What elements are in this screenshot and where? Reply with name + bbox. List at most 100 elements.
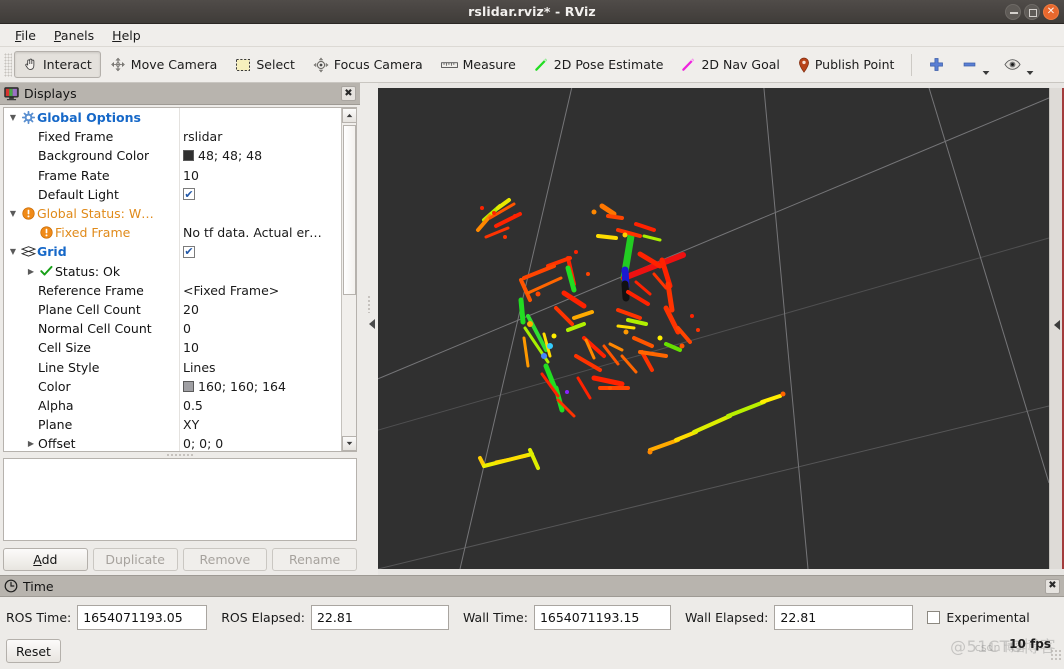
display-tree-row[interactable]: ▶Background Color 48; 48; 48 (4, 146, 344, 166)
tool-select-button[interactable]: Select (226, 51, 304, 78)
display-tree-row[interactable]: ▶Line Style Lines (4, 357, 344, 377)
tree-expand-arrow-right-icon[interactable]: ▶ (24, 267, 38, 276)
time-panel-header: Time ✖ (0, 575, 1064, 597)
render-collapse-arrow-icon[interactable] (1054, 320, 1060, 330)
visibility-tool-button[interactable] (995, 51, 1039, 78)
time-panel: Time ✖ ROS Time: ROS Elapsed: Wall Time:… (0, 575, 1064, 669)
remove-tool-button[interactable] (953, 51, 995, 78)
remove-display-button[interactable]: Remove (182, 548, 268, 571)
experimental-checkbox[interactable] (927, 611, 941, 624)
display-tree-row-value[interactable]: 160; 160; 164 (179, 376, 342, 396)
display-tree-row-value[interactable]: rslidar (179, 127, 342, 147)
tree-arrow-placeholder: ▶ (24, 363, 38, 372)
display-tree-row-value[interactable] (179, 203, 342, 224)
display-tree-row[interactable]: ▶Normal Cell Count 0 (4, 319, 344, 339)
render-view-3d[interactable] (378, 88, 1049, 569)
add-tool-button[interactable] (920, 51, 953, 78)
display-tree-row[interactable]: ▶Reference Frame <Fixed Frame> (4, 280, 344, 300)
display-tree-row-value[interactable]: ✔ (179, 242, 342, 262)
display-tree-row-value[interactable]: 0.5 (179, 395, 342, 415)
time-panel-close-button[interactable]: ✖ (1045, 578, 1060, 594)
tool-2d-nav-goal-button[interactable]: 2D Nav Goal (672, 51, 788, 78)
display-tree-row[interactable]: ▶Default Light ✔ (4, 184, 344, 204)
display-tree-row[interactable]: ▶Plane XY (4, 415, 344, 435)
display-tree-row-value[interactable]: ✔ (179, 184, 342, 204)
display-tree-row[interactable]: ▶ Offset 0; 0; 0 (4, 434, 344, 451)
display-tree-row[interactable]: ▶Fixed Frame rslidar (4, 127, 344, 147)
window-controls: ✕ (1005, 4, 1059, 20)
tool-publish-point-button[interactable]: Publish Point (789, 51, 904, 78)
color-swatch[interactable] (183, 380, 194, 392)
display-enable-checkbox[interactable]: ✔ (183, 245, 195, 258)
display-tree-row[interactable]: ▼ Global Status: W… (4, 203, 344, 224)
ros-elapsed-field[interactable] (310, 605, 449, 630)
display-tree-row[interactable]: ▶ Fixed Frame No tf data. Actual er… (4, 223, 344, 243)
menu-file[interactable]: File (6, 26, 45, 45)
display-tree-row-value[interactable]: 10 (179, 338, 342, 358)
display-tree-label: Fixed Frame (38, 129, 114, 145)
displays-tree-scrollbar[interactable] (341, 108, 356, 451)
reset-button[interactable]: Reset (6, 639, 61, 663)
rename-display-button[interactable]: Rename (272, 548, 357, 571)
display-tree-row-value[interactable]: XY (179, 415, 342, 435)
display-tree-label: Global Options (37, 110, 141, 126)
scroll-down-button[interactable] (342, 436, 356, 451)
resize-grip[interactable] (1050, 649, 1062, 661)
displays-panel-close-button[interactable]: ✖ (341, 86, 356, 101)
display-tree-row[interactable]: ▶Alpha 0.5 (4, 395, 344, 415)
wall-elapsed-field[interactable] (774, 605, 914, 630)
display-tree-label: Normal Cell Count (38, 321, 152, 337)
menu-panels[interactable]: Panels (45, 26, 103, 45)
add-display-mnemonic: A (33, 552, 42, 567)
display-tree-row-value[interactable] (179, 108, 342, 128)
display-tree-row-value[interactable]: Lines (179, 357, 342, 377)
tool-measure-button[interactable]: Measure (432, 51, 525, 78)
window-minimize-button[interactable] (1005, 4, 1021, 20)
chevron-down-icon[interactable] (982, 70, 990, 76)
scroll-up-button[interactable] (342, 108, 356, 123)
tree-expand-arrow-down-icon[interactable]: ▼ (6, 209, 20, 218)
window-close-button[interactable]: ✕ (1043, 4, 1059, 20)
display-tree-row-value[interactable]: 20 (179, 299, 342, 320)
scrollbar-thumb[interactable] (343, 125, 356, 295)
tree-expand-arrow-right-icon[interactable]: ▶ (24, 439, 38, 448)
display-tree-row[interactable]: ▶Cell Size 10 (4, 338, 344, 358)
add-display-button[interactable]: Add (3, 548, 88, 571)
display-tree-row[interactable]: ▼ Global Options (4, 108, 344, 128)
move-camera-icon (110, 57, 126, 72)
tool-interact-button[interactable]: Interact (14, 51, 101, 78)
toolbar-grip[interactable] (4, 52, 12, 77)
display-tree-row[interactable]: ▼ Grid ✔ (4, 242, 344, 262)
duplicate-display-button[interactable]: Duplicate (92, 548, 178, 571)
display-tree-row[interactable]: ▶Color 160; 160; 164 (4, 376, 344, 396)
tool-2d-pose-estimate-button[interactable]: 2D Pose Estimate (525, 51, 673, 78)
splitter-grip[interactable] (367, 295, 371, 313)
tree-expand-arrow-down-icon[interactable]: ▼ (6, 113, 20, 122)
display-tree-row[interactable]: ▶ Status: Ok (4, 261, 344, 281)
tree-expand-arrow-down-icon[interactable]: ▼ (6, 247, 20, 256)
display-tree-row-value[interactable]: 0; 0; 0 (179, 434, 342, 451)
wall-time-field[interactable] (533, 605, 671, 630)
splitter-collapse-arrow-icon[interactable] (369, 319, 375, 329)
display-tree-row-value[interactable]: <Fixed Frame> (179, 280, 342, 300)
tool-focus-camera-button[interactable]: Focus Camera (304, 51, 432, 78)
window-maximize-button[interactable] (1024, 4, 1040, 20)
experimental-toggle[interactable]: Experimental (927, 610, 1030, 625)
display-tree-row[interactable]: ▶Plane Cell Count 20 (4, 299, 344, 320)
display-enable-checkbox[interactable]: ✔ (183, 188, 195, 201)
display-tree-row-name: ▶Fixed Frame (4, 129, 179, 144)
display-tree-row-value[interactable]: 48; 48; 48 (179, 146, 342, 166)
color-swatch[interactable] (183, 150, 194, 162)
display-tree-row-value[interactable]: 0 (179, 319, 342, 339)
tree-arrow-placeholder: ▶ (24, 382, 38, 391)
display-tree-row-value[interactable] (179, 261, 342, 281)
main-splitter[interactable] (360, 83, 378, 575)
menu-help[interactable]: Help (103, 26, 150, 45)
display-tree-row-value[interactable]: 10 (179, 165, 342, 185)
render-view-right-splitter[interactable] (1049, 88, 1064, 569)
chevron-down-icon-2[interactable] (1026, 70, 1034, 76)
display-tree-row-value[interactable]: No tf data. Actual er… (179, 223, 342, 243)
ros-time-field[interactable] (77, 605, 208, 630)
tool-move-camera-button[interactable]: Move Camera (101, 51, 227, 78)
display-tree-row[interactable]: ▶Frame Rate 10 (4, 165, 344, 185)
